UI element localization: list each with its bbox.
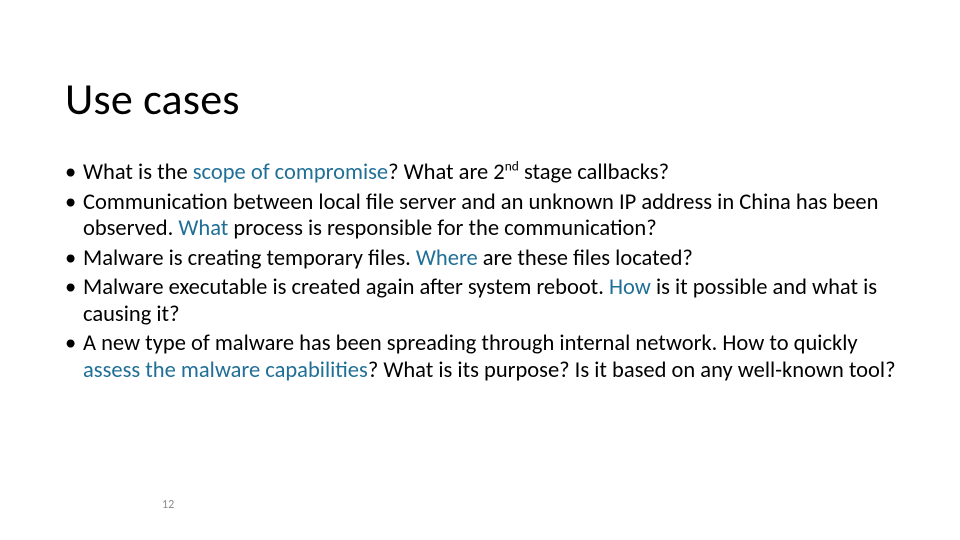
bullet-item: Communication between local file server … (65, 190, 900, 243)
bullet-item: What is the scope of compromise? What ar… (65, 160, 900, 187)
bullet-item: Malware executable is created again afte… (65, 275, 900, 328)
slide: Use cases What is the scope of compromis… (0, 0, 960, 540)
page-number: 12 (162, 498, 174, 512)
bullet-item: Malware is creating temporary files. Whe… (65, 246, 900, 273)
bullet-item: A new type of malware has been spreading… (65, 331, 900, 384)
bullet-list: What is the scope of compromise? What ar… (65, 160, 900, 387)
slide-title: Use cases (65, 72, 240, 126)
